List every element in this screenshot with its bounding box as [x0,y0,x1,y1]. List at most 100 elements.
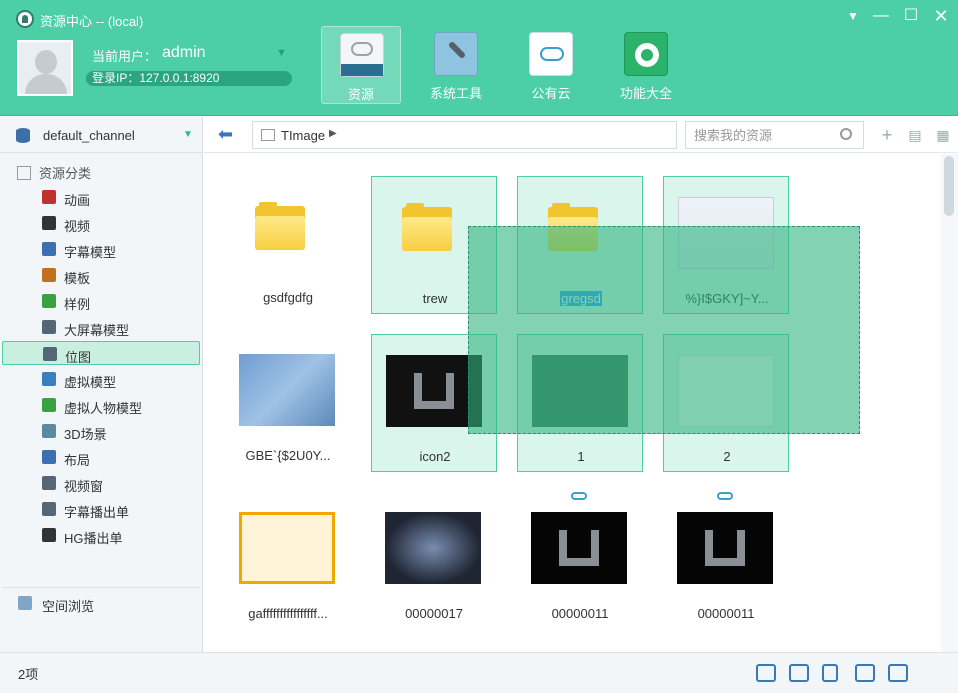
video-icon [42,216,56,230]
toolbar-public-cloud-button[interactable]: 公有云 [511,26,591,104]
path-bar: ⬅ TImage ▶ + ▤ ▦ [204,117,958,153]
sidebar-item-label: 虚拟模型 [64,375,117,390]
sidebar-item-subtitle-playlist[interactable]: 字幕播出单 [2,497,200,521]
subtitle-playlist-icon [42,502,56,516]
image-thumbnail [385,512,481,584]
back-arrow-icon[interactable]: ⬅ [218,125,240,143]
tile-name: trew [422,291,448,306]
search-icon[interactable] [840,128,852,140]
sidebar-item-label: 动画 [64,193,91,208]
sidebar-item-label: 样例 [64,297,91,312]
sidebar-item-label: 视频 [64,219,91,234]
login-ip: 登录IP：127.0.0.1:8920 [86,71,292,86]
image-thumbnail [677,512,773,584]
sidebar-item-label: 虚拟人物模型 [64,401,143,416]
rename-field[interactable]: gregsd [522,291,640,306]
virtual-model-icon [42,372,56,386]
list-view-icon[interactable]: ▤ [906,126,924,144]
tile-name: GBE`{$2U0Y... [245,448,331,463]
sidebar-item-layout[interactable]: 布局 [2,445,200,469]
title-bar: 资源中心 -- (local) ▼ — ☐ ✕ 当前用户： admin ▼ 登录… [0,0,958,116]
chevron-right-icon[interactable]: ▶ [329,128,337,139]
sidebar-item-subtitle-model[interactable]: 字幕模型 [2,237,200,261]
sidebar-item-label: 视频窗 [64,479,104,494]
space-browse-item[interactable]: 空间浏览 [2,587,200,614]
avatar[interactable] [17,40,73,96]
image-tile[interactable]: GBE`{$2U0Y... [225,334,351,472]
image-tile[interactable]: icon2 [371,334,497,472]
scrollbar-track[interactable] [941,154,958,652]
sidebar-item-virtual-model[interactable]: 虚拟模型 [2,367,200,391]
breadcrumb-path: TImage [281,128,326,143]
sidebar-item-sample[interactable]: 样例 [2,289,200,313]
chevron-down-icon[interactable]: ▼ [183,129,193,140]
tile-name: 00000017 [405,606,463,621]
system-tools-icon [434,32,478,76]
image-tile[interactable]: 2 [663,334,789,472]
image-thumbnail [531,512,627,584]
sidebar-item-virtual-person[interactable]: 虚拟人物模型 [2,393,200,417]
image-thumbnail [678,355,774,427]
3d-scene-icon [42,424,56,438]
search-input[interactable] [694,127,834,143]
channel-selector[interactable]: default_channel ▼ [0,117,203,153]
status-bar: 2项 [0,652,958,693]
folder-tile[interactable]: gsdfgdfg [225,176,351,314]
sidebar-item-3d-scene[interactable]: 3D场景 [2,419,200,443]
upload-icon[interactable] [855,664,875,682]
sidebar-item-label: 大屏幕模型 [64,323,130,338]
public-cloud-icon [529,32,573,76]
folder-icon [548,203,598,259]
tile-name: 2 [723,449,731,464]
sidebar-item-headphones[interactable]: HG播出单 [2,523,200,547]
minimize-button[interactable]: — [868,6,894,26]
sidebar-item-label: 3D场景 [64,427,107,442]
big-screen-icon [42,320,56,334]
image-tile[interactable]: 00000017 [371,492,497,630]
headphones-icon [42,528,56,542]
toolbar-resources-button[interactable]: 资源 [321,26,401,104]
video-window-icon [42,476,56,490]
image-tile[interactable]: 1 [517,334,643,472]
menu-dropdown-button[interactable]: ▼ [840,6,866,26]
image-tile[interactable]: gaffffffffffffffff... [225,492,351,630]
folder-icon [402,203,452,259]
scrollbar-thumb[interactable] [944,156,954,216]
maximize-button[interactable]: ☐ [898,6,924,26]
image-tile[interactable]: 00000011 [517,492,643,630]
link-icon[interactable] [756,664,776,682]
toolbar-label: 公有云 [531,86,571,101]
image-thumbnail [386,355,482,427]
grid-view-icon[interactable]: ▦ [934,126,952,144]
sidebar-item-bitmap[interactable]: 位图 [2,341,200,365]
breadcrumb[interactable]: TImage ▶ [252,121,677,149]
image-tile[interactable]: %}I$GKY]~Y... [663,176,789,314]
document-icon[interactable] [822,664,838,682]
user-dropdown-icon[interactable]: ▼ [276,47,287,59]
current-user-label: 当前用户： [92,49,158,64]
sidebar-item-animation[interactable]: 动画 [2,185,200,209]
toolbar-label: 系统工具 [429,86,482,101]
toolbar-system-tools-button[interactable]: 系统工具 [416,26,496,104]
sidebar: default_channel ▼ 资源分类 动画 视频 字幕模型 模板 样例 大屏幕模型… [0,117,203,652]
toolbar-functions-button[interactable]: 功能大全 [606,26,686,104]
close-button[interactable]: ✕ [928,6,954,26]
folder-tile[interactable]: gregsd [517,176,643,314]
channel-label: default_channel [43,128,135,143]
export-icon[interactable] [789,664,809,682]
bitmap-icon [43,347,57,361]
resources-icon [340,33,384,77]
add-icon[interactable]: + [878,126,896,144]
sidebar-item-template[interactable]: 模板 [2,263,200,287]
layout-icon [42,450,56,464]
folder-tile[interactable]: trew [371,176,497,314]
search-box[interactable] [685,121,864,149]
upload-all-icon[interactable] [888,664,908,682]
sidebar-item-big-screen[interactable]: 大屏幕模型 [2,315,200,339]
sidebar-item-video-window[interactable]: 视频窗 [2,471,200,495]
sidebar-item-video[interactable]: 视频 [2,211,200,235]
image-tile[interactable]: 00000011 [663,492,789,630]
toolbar-label: 资源 [347,87,374,102]
tile-name: 00000011 [697,606,755,621]
image-thumbnail [532,355,628,427]
